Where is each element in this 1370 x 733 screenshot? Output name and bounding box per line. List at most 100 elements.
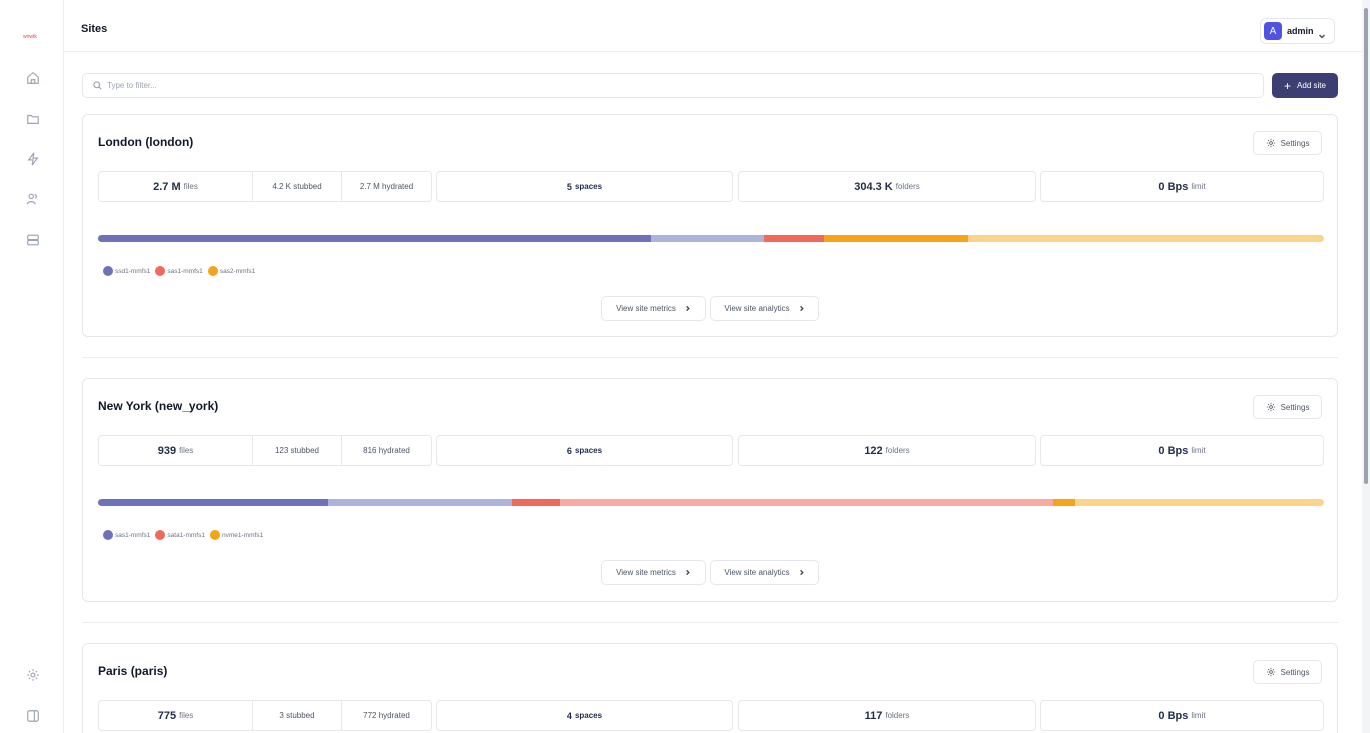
page-title: Sites xyxy=(81,23,108,35)
folders-value: 117 xyxy=(864,709,883,722)
usage-segment xyxy=(823,235,969,242)
view-site-analytics-button[interactable]: View site analytics xyxy=(710,296,819,321)
view-site-metrics-label: View site metrics xyxy=(616,304,676,313)
gear-icon xyxy=(1266,402,1275,412)
site-title: London (london) xyxy=(98,135,194,149)
plus-icon: + xyxy=(1284,78,1292,93)
folders-stat: 117 folders xyxy=(738,700,1036,731)
gear-icon xyxy=(1266,138,1275,148)
settings-label: Settings xyxy=(1280,667,1310,677)
search-icon xyxy=(93,81,102,90)
limit-unit: limit xyxy=(1191,446,1206,455)
svg-text:wnwtk: wnwtk xyxy=(23,34,37,40)
users-icon[interactable] xyxy=(22,188,44,210)
settings-button[interactable]: Settings xyxy=(1253,131,1322,155)
add-site-button[interactable]: + Add site xyxy=(1272,73,1338,98)
settings-label: Settings xyxy=(1280,138,1310,148)
legend-dot xyxy=(155,266,166,276)
usage-segment xyxy=(328,499,513,506)
view-site-analytics-label: View site analytics xyxy=(724,304,790,313)
view-site-metrics-label: View site metrics xyxy=(616,568,676,577)
settings-label: Settings xyxy=(1280,402,1310,412)
folders-value: 304.3 K xyxy=(854,180,893,193)
settings-button[interactable]: Settings xyxy=(1253,395,1322,419)
spaces-unit: spaces xyxy=(574,446,603,455)
spaces-value: 4 xyxy=(566,710,572,721)
usage-segment xyxy=(560,499,1054,506)
section-divider xyxy=(82,622,1338,623)
folders-value: 122 xyxy=(864,444,883,457)
legend-dot xyxy=(103,530,113,540)
site-card: New York (new_york) Settings 939 files 1… xyxy=(82,378,1338,602)
avatar: A xyxy=(1264,22,1282,40)
site-title: New York (new_york) xyxy=(98,399,219,413)
filter-field[interactable] xyxy=(82,73,1264,98)
activity-icon[interactable] xyxy=(22,148,44,170)
filter-input[interactable] xyxy=(107,81,1160,90)
usage-segment xyxy=(1075,499,1324,506)
spaces-unit: spaces xyxy=(574,182,603,191)
folders-unit: folders xyxy=(885,446,910,455)
chevron-right-icon xyxy=(686,569,690,576)
spaces-stat: 4 spaces xyxy=(436,700,733,731)
hydrated-count: 816 hydrated xyxy=(341,436,431,465)
files-unit: files xyxy=(179,711,194,720)
scrollbar-thumb[interactable] xyxy=(1364,8,1368,484)
limit-stat: 0 Bps limit xyxy=(1040,171,1324,202)
view-site-analytics-button[interactable]: View site analytics xyxy=(710,560,819,585)
stubbed-count: 3 stubbed xyxy=(252,701,341,730)
files-unit: files xyxy=(179,446,194,455)
limit-stat: 0 Bps limit xyxy=(1040,700,1324,731)
hydrated-count: 2.7 M hydrated xyxy=(341,172,431,201)
stubbed-count: 4.2 K stubbed xyxy=(252,172,341,201)
folders-unit: folders xyxy=(885,711,910,720)
legend-label: sas1-mmfs1 xyxy=(167,267,203,275)
settings-button[interactable]: Settings xyxy=(1253,660,1322,684)
usage-segment xyxy=(1053,499,1076,506)
user-menu[interactable]: A admin xyxy=(1260,18,1335,44)
folders-unit: folders xyxy=(895,182,920,191)
header: Sites A admin xyxy=(64,0,1362,52)
legend: ssd1-mmfs1 sas1-mmfs1 sas2-mmfs1 xyxy=(103,266,255,276)
limit-unit: limit xyxy=(1191,711,1206,720)
folders-stat: 122 folders xyxy=(738,435,1036,466)
legend-item: sata1-mmfs1 xyxy=(155,530,205,540)
view-site-metrics-button[interactable]: View site metrics xyxy=(601,560,706,585)
limit-value: 0 Bps xyxy=(1158,709,1189,722)
folder-icon[interactable] xyxy=(22,108,44,130)
files-value: 775 xyxy=(157,709,177,722)
home-icon[interactable] xyxy=(22,67,44,89)
gear-icon[interactable] xyxy=(22,664,44,686)
legend-item: nvme1-mmfs1 xyxy=(209,530,263,540)
view-site-metrics-button[interactable]: View site metrics xyxy=(601,296,706,321)
files-stat: 775 files 3 stubbed 772 hydrated xyxy=(98,700,432,731)
legend-dot xyxy=(103,266,113,276)
scrollbar[interactable] xyxy=(1362,0,1370,733)
gear-icon xyxy=(1266,667,1275,677)
files-value: 939 xyxy=(157,444,177,457)
legend-item: ssd1-mmfs1 xyxy=(103,266,150,276)
files-count: 775 files xyxy=(99,701,252,730)
legend-dot xyxy=(207,266,218,276)
site-card: Paris (paris) Settings 775 files 3 stubb… xyxy=(82,643,1338,733)
legend-item: sas1-mmfs1 xyxy=(155,266,203,276)
sidebar-toggle-icon[interactable] xyxy=(22,705,44,727)
site-title: Paris (paris) xyxy=(98,664,168,678)
limit-value: 0 Bps xyxy=(1158,444,1189,457)
legend-dot xyxy=(209,530,220,540)
usage-segment xyxy=(763,235,824,242)
files-stat: 2.7 M files 4.2 K stubbed 2.7 M hydrated xyxy=(98,171,432,202)
usage-segment xyxy=(98,499,329,506)
usage-segment xyxy=(512,499,561,506)
spaces-value: 6 xyxy=(566,445,572,456)
server-icon[interactable] xyxy=(22,229,44,251)
logo-icon[interactable]: wnwtk xyxy=(22,31,44,41)
chevron-right-icon xyxy=(686,305,690,312)
chevron-down-icon xyxy=(1318,27,1326,39)
legend-item: sas1-mmfs1 xyxy=(103,530,150,540)
legend-label: sas2-mmfs1 xyxy=(219,267,256,275)
add-site-label: Add site xyxy=(1297,81,1326,90)
hydrated-count: 772 hydrated xyxy=(341,701,431,730)
files-unit: files xyxy=(183,182,198,191)
files-count: 939 files xyxy=(99,436,252,465)
